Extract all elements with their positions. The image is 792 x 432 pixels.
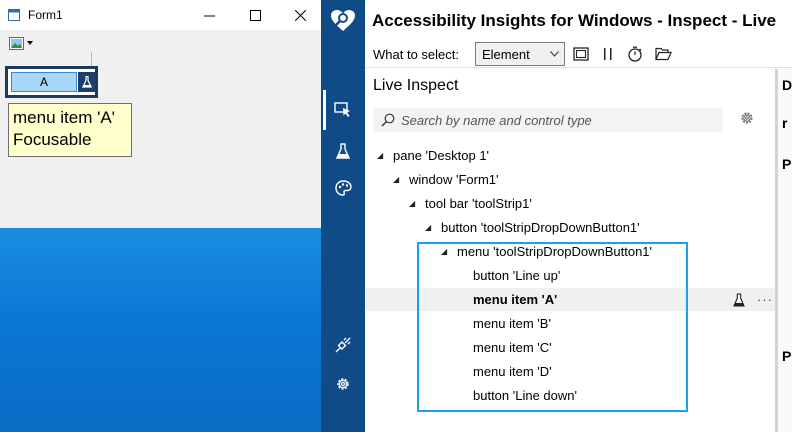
rail-inspect-button[interactable]	[321, 95, 365, 125]
folder-open-icon	[654, 47, 672, 61]
timer-button[interactable]	[625, 44, 645, 64]
accessibility-insights-window: Accessibility Insights for Windows - Ins…	[321, 0, 792, 432]
tree-row-label: window 'Form1'	[409, 172, 499, 187]
tree-row[interactable]: ◢ window 'Form1'	[365, 168, 775, 191]
focused-menu-highlight: A	[5, 66, 98, 98]
expand-caret-icon[interactable]: ◢	[409, 199, 421, 208]
app-title: Accessibility Insights for Windows - Ins…	[372, 11, 777, 30]
pause-button[interactable]	[598, 44, 618, 64]
flask-icon	[82, 76, 92, 88]
plug-icon	[335, 337, 351, 353]
expand-caret-icon[interactable]: ◢	[393, 175, 405, 184]
tree-row[interactable]: ◢ button 'toolStripDropDownButton1'	[365, 216, 775, 239]
screenshot-button[interactable]	[571, 44, 591, 64]
close-icon	[294, 9, 306, 21]
details-strip-char: r	[782, 115, 788, 131]
rail-test-button[interactable]	[321, 136, 365, 166]
rail-color-contrast-button[interactable]	[321, 173, 365, 203]
tree-search-box	[373, 108, 723, 132]
rail-connection-button[interactable]	[321, 330, 365, 360]
pane-title: Live Inspect	[373, 77, 459, 94]
test-flask-icon[interactable]	[733, 292, 745, 307]
open-file-button[interactable]	[653, 44, 673, 64]
minimize-icon	[203, 15, 215, 16]
tree-search-input[interactable]	[401, 112, 711, 128]
maximize-button[interactable]	[232, 0, 278, 30]
tree-row-label: tool bar 'toolStrip1'	[425, 196, 532, 211]
details-strip-char: D	[782, 77, 792, 93]
tree-settings-gear-icon[interactable]	[740, 111, 754, 125]
tooltip-line-focusable: Focusable	[13, 130, 92, 149]
gear-icon	[337, 378, 349, 390]
form1-client-area: A menu item 'A' Focusable	[0, 30, 321, 228]
test-flask-chip[interactable]	[78, 72, 96, 92]
menu-subtree-highlight-box	[417, 242, 688, 412]
tree-row[interactable]: ◢ tool bar 'toolStrip1'	[365, 192, 775, 215]
expand-caret-icon[interactable]: ◢	[425, 223, 437, 232]
screenshot-icon	[573, 47, 589, 61]
details-strip-char: P	[782, 348, 792, 364]
navigation-rail	[321, 0, 365, 432]
inspect-tooltip: menu item 'A' Focusable	[8, 103, 132, 157]
accessibility-insights-logo-icon	[331, 10, 355, 31]
tree-row[interactable]: ◢ pane 'Desktop 1'	[365, 144, 775, 167]
what-to-select-label: What to select:	[373, 47, 459, 62]
form-app-icon	[8, 9, 20, 21]
live-inspect-pane: Live Inspect ◢ pane 'Desktop 1' ◢ window 'F…	[365, 69, 775, 432]
details-strip-char: P	[782, 156, 792, 172]
more-options-button[interactable]: ···	[757, 292, 773, 307]
what-to-select-value: Element	[482, 47, 530, 62]
rail-settings-button[interactable]	[321, 369, 365, 399]
inspector-header: Accessibility Insights for Windows - Ins…	[365, 0, 792, 68]
expand-caret-icon[interactable]: ◢	[377, 151, 389, 160]
tooltip-line-name: menu item 'A'	[13, 108, 115, 127]
close-button[interactable]	[277, 0, 323, 30]
inspect-icon	[334, 102, 350, 117]
details-pane-edge: D r P P	[775, 69, 792, 432]
what-to-select-dropdown[interactable]: Element	[475, 42, 565, 66]
form1-title: Form1	[28, 8, 63, 22]
tree-row-label: pane 'Desktop 1'	[393, 148, 490, 163]
app-logo	[321, 6, 365, 36]
selected-row-actions: ···	[733, 288, 773, 311]
desktop-background	[0, 228, 321, 432]
picture-icon	[9, 36, 24, 50]
minimize-button[interactable]	[186, 0, 232, 30]
palette-icon	[334, 180, 352, 196]
toolstrip-dropdown-button[interactable]	[9, 33, 41, 53]
tree-row-label: button 'toolStripDropDownButton1'	[441, 220, 640, 235]
maximize-icon	[249, 9, 261, 21]
form1-window: Form1 A menu item 'A' Focusable	[0, 0, 321, 432]
chevron-down-icon	[550, 51, 559, 57]
form1-titlebar: Form1	[0, 0, 321, 30]
search-icon	[381, 113, 395, 127]
dropdown-arrow-icon	[27, 41, 33, 45]
pause-icon	[604, 48, 612, 60]
flask-icon	[336, 143, 350, 159]
menu-item-a[interactable]: A	[11, 72, 77, 92]
timer-icon	[628, 46, 642, 62]
